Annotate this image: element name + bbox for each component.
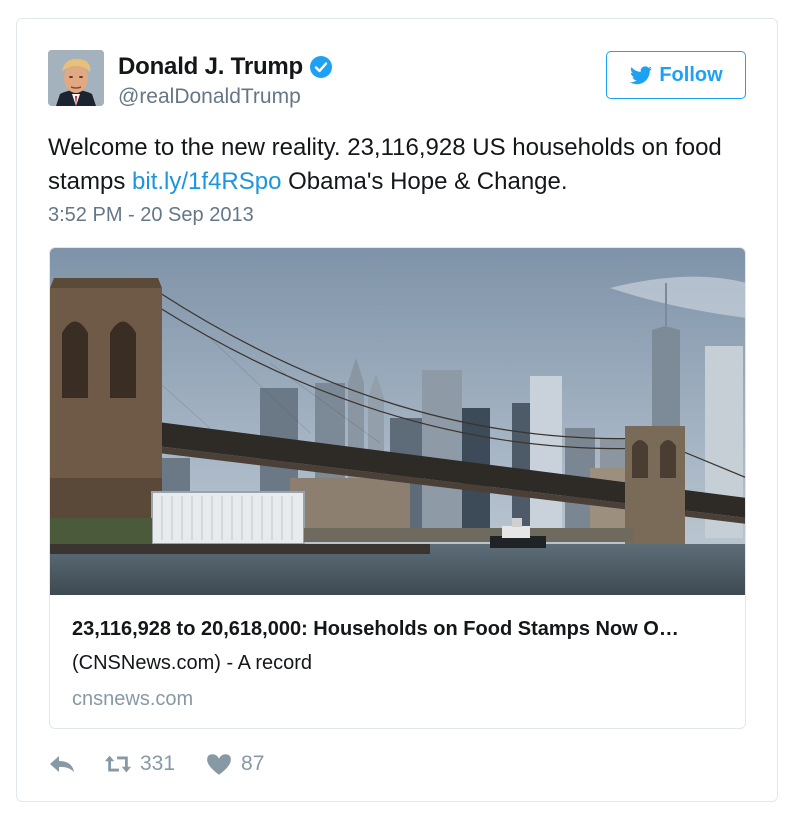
tweet-text: Welcome to the new reality. 23,116,928 U…: [48, 131, 748, 199]
tweet-card: Donald J. Trump @realDonaldTrump Follow …: [16, 18, 778, 802]
card-description: (CNSNews.com) - A record: [72, 652, 313, 674]
tweet-timestamp[interactable]: 3:52 PM - 20 Sep 2013: [48, 204, 254, 227]
tweet-actions: 331 87: [48, 751, 264, 777]
follow-button[interactable]: Follow: [606, 51, 746, 99]
retweet-button[interactable]: 331: [104, 751, 175, 777]
card-image[interactable]: [50, 248, 746, 595]
follow-label: Follow: [659, 63, 723, 86]
twitter-bird-icon: [630, 66, 653, 85]
retweet-count: 331: [140, 752, 176, 775]
card-domain: cnsnews.com: [72, 688, 194, 710]
reply-button[interactable]: [48, 751, 76, 777]
tweet-text-after: Obama's Hope & Change.: [281, 168, 568, 195]
card-title[interactable]: 23,116,928 to 20,618,000: Households on …: [72, 618, 727, 641]
reply-icon: [50, 756, 74, 772]
name-row: Donald J. Trump: [118, 53, 333, 81]
verified-badge-icon: [309, 55, 333, 79]
tweet-link[interactable]: bit.ly/1f4RSpo: [132, 168, 281, 195]
display-name[interactable]: Donald J. Trump: [118, 53, 303, 81]
retweet-icon: [104, 755, 132, 773]
profile-photo: [48, 50, 104, 106]
like-count: 87: [241, 752, 265, 775]
like-button[interactable]: 87: [205, 751, 264, 777]
user-handle[interactable]: @realDonaldTrump: [118, 85, 301, 109]
heart-icon: [207, 754, 231, 775]
link-card[interactable]: 23,116,928 to 20,618,000: Households on …: [49, 247, 746, 729]
avatar[interactable]: [48, 50, 104, 106]
